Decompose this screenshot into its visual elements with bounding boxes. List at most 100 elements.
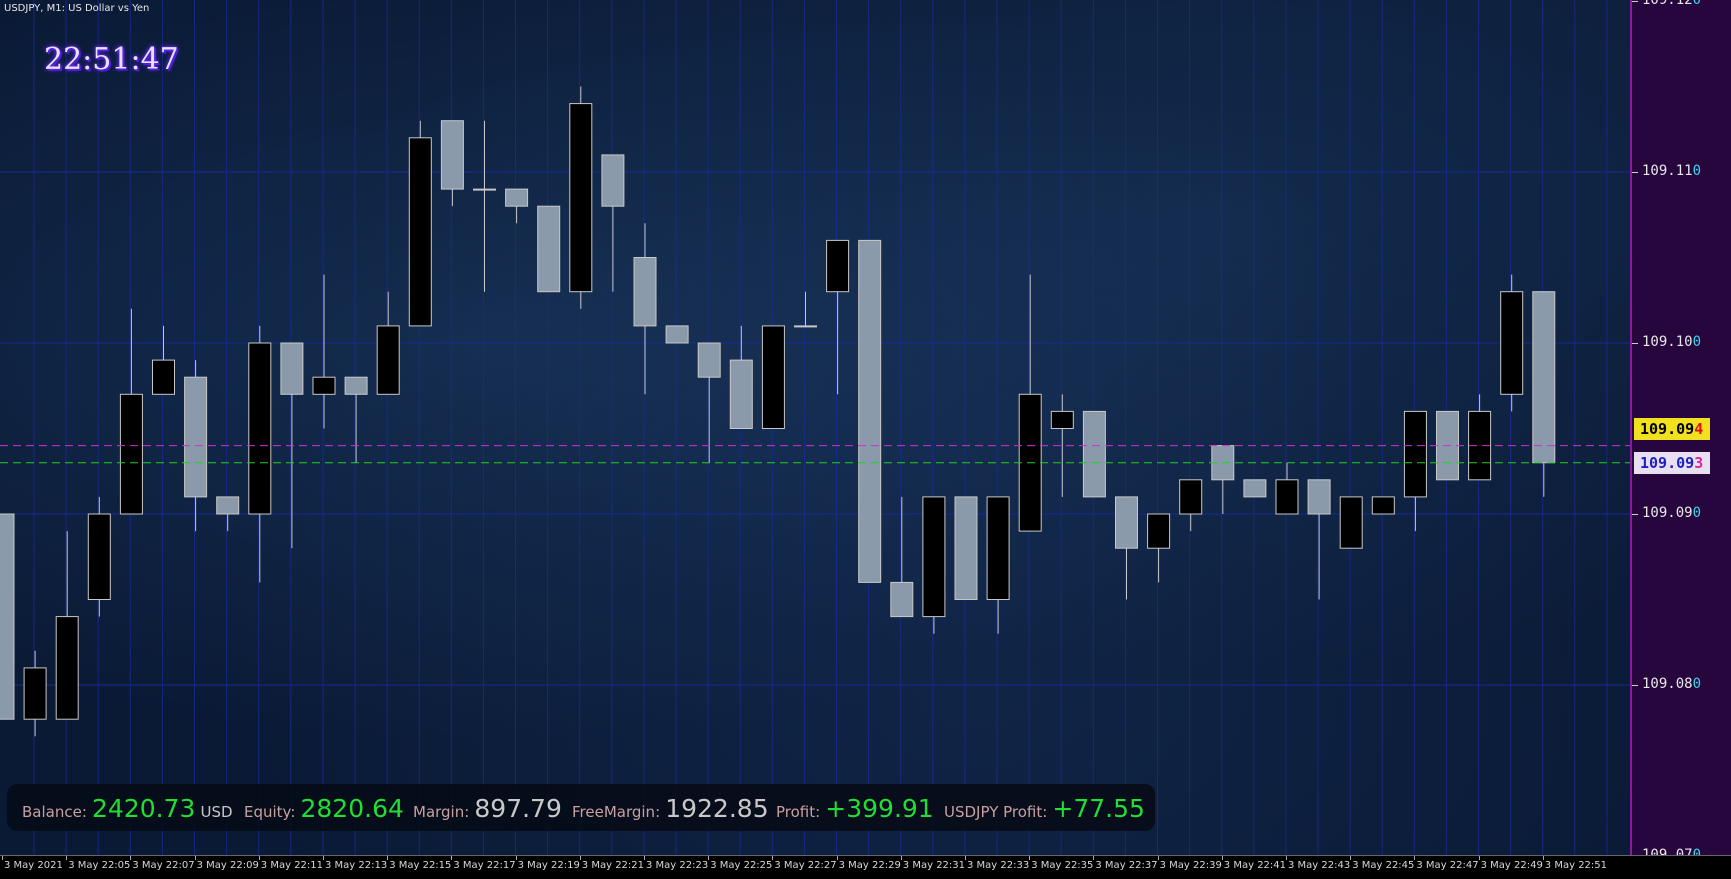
candle[interactable] bbox=[826, 239, 850, 395]
candle-body-bull bbox=[376, 325, 400, 395]
time-axis[interactable]: 3 May 2021 3 May 22:05 3 May 22:07 3 May 22… bbox=[0, 855, 1731, 879]
candle[interactable] bbox=[216, 496, 240, 532]
candle-body-bull bbox=[1275, 479, 1299, 515]
time-tick-label: 3 May 22:19 bbox=[517, 860, 580, 871]
candle[interactable] bbox=[1339, 496, 1363, 549]
candle[interactable] bbox=[1147, 513, 1171, 583]
candle[interactable] bbox=[152, 325, 175, 395]
candle[interactable] bbox=[601, 154, 625, 292]
candle[interactable] bbox=[376, 291, 400, 395]
profit-value: +399.91 bbox=[825, 794, 934, 823]
time-tick-mark bbox=[66, 856, 68, 860]
symbol-profit-field: USDJPY Profit: +77.55 bbox=[944, 794, 1145, 823]
candle[interactable] bbox=[23, 650, 47, 737]
candle[interactable] bbox=[1468, 394, 1492, 481]
candle[interactable] bbox=[1307, 479, 1331, 600]
candle[interactable] bbox=[440, 120, 464, 207]
time-tick-label: 3 May 22:17 bbox=[453, 860, 516, 871]
candle-body-bear bbox=[0, 513, 15, 720]
candle-body-bear bbox=[344, 376, 368, 395]
candle-body-bull bbox=[922, 496, 946, 618]
time-tick-label: 3 May 22:49 bbox=[1480, 860, 1543, 871]
candle[interactable] bbox=[986, 496, 1010, 634]
candle[interactable] bbox=[794, 291, 817, 328]
candle[interactable] bbox=[408, 120, 432, 327]
candle[interactable] bbox=[665, 325, 689, 344]
equity-label: Equity: bbox=[244, 803, 296, 821]
candlestick-chart[interactable] bbox=[0, 0, 1630, 855]
candle[interactable] bbox=[473, 120, 496, 292]
time-tick-mark bbox=[836, 856, 838, 860]
candle[interactable] bbox=[569, 86, 593, 309]
price-tick-mark bbox=[1632, 514, 1638, 515]
candle-body-bull bbox=[473, 188, 496, 191]
candle[interactable] bbox=[697, 342, 721, 463]
price-tick-mark bbox=[1632, 343, 1638, 344]
candle-body-bear bbox=[1082, 410, 1106, 498]
candle-body-bull bbox=[1500, 291, 1524, 395]
candle-body-bear bbox=[505, 188, 529, 207]
balance-label: Balance: bbox=[22, 803, 87, 821]
candle-body-bear bbox=[697, 342, 721, 378]
candle-body-bear bbox=[1532, 291, 1556, 464]
time-tick-label: 3 May 22:13 bbox=[325, 860, 388, 871]
time-tick-label: 3 May 22:31 bbox=[902, 860, 966, 871]
candle[interactable] bbox=[1243, 479, 1267, 498]
candle[interactable] bbox=[890, 496, 914, 618]
candle[interactable] bbox=[87, 496, 111, 617]
time-tick-label: 3 May 22:33 bbox=[967, 860, 1030, 871]
chart-window: USDJPY, M1: US Dollar vs Yen 22:51:47 Ba… bbox=[0, 0, 1731, 879]
candle-body-bear bbox=[729, 359, 753, 430]
candle[interactable] bbox=[858, 239, 882, 583]
candle[interactable] bbox=[537, 205, 561, 293]
price-tick-mark bbox=[1632, 1, 1638, 2]
candle[interactable] bbox=[1115, 496, 1138, 600]
candle[interactable] bbox=[505, 188, 529, 224]
candle[interactable] bbox=[633, 223, 657, 395]
candle[interactable] bbox=[55, 531, 79, 720]
candle[interactable] bbox=[922, 496, 946, 634]
price-tick-label: 109.110 bbox=[1642, 163, 1702, 179]
candle[interactable] bbox=[729, 325, 753, 430]
time-tick-mark bbox=[1093, 856, 1095, 860]
candle[interactable] bbox=[1179, 479, 1203, 532]
account-info-panel: Balance: 2420.73 USD Equity: 2820.64 Mar… bbox=[7, 784, 1155, 831]
price-tick-label: 109.100 bbox=[1642, 334, 1702, 350]
candle[interactable] bbox=[312, 274, 336, 429]
profit-field: Profit: +399.91 bbox=[776, 794, 934, 823]
time-tick-mark bbox=[1029, 856, 1031, 860]
symbol-profit-label: USDJPY Profit: bbox=[944, 803, 1048, 821]
candle-body-bear bbox=[890, 581, 914, 618]
candle[interactable] bbox=[1371, 496, 1395, 515]
candle[interactable] bbox=[1532, 291, 1556, 497]
candle[interactable] bbox=[344, 376, 368, 463]
candle[interactable] bbox=[1275, 462, 1299, 515]
equity-field: Equity: 2820.64 bbox=[244, 794, 404, 823]
candle[interactable] bbox=[761, 325, 785, 429]
time-tick-label: 3 May 22:09 bbox=[196, 860, 259, 871]
time-tick-label: 3 May 22:07 bbox=[132, 860, 195, 871]
time-tick-mark bbox=[1350, 856, 1352, 860]
candle[interactable] bbox=[1018, 274, 1042, 532]
time-tick-label: 3 May 22:25 bbox=[710, 860, 773, 871]
symbol-profit-value: +77.55 bbox=[1052, 794, 1145, 823]
candle-body-bear bbox=[601, 154, 625, 207]
time-tick-mark bbox=[644, 856, 645, 860]
candle[interactable] bbox=[1082, 410, 1106, 498]
time-tick-mark bbox=[130, 856, 132, 860]
candle[interactable] bbox=[119, 308, 143, 515]
candle-body-bear bbox=[954, 496, 978, 600]
balance-unit: USD bbox=[200, 803, 233, 821]
candle-body-bull bbox=[826, 239, 850, 293]
candle-body-bull bbox=[1179, 479, 1203, 515]
candle[interactable] bbox=[1211, 445, 1235, 514]
time-tick-mark bbox=[515, 856, 517, 860]
candle[interactable] bbox=[954, 496, 978, 600]
candle[interactable] bbox=[1500, 274, 1524, 412]
price-chart[interactable]: USDJPY, M1: US Dollar vs Yen 22:51:47 Ba… bbox=[0, 0, 1632, 855]
candle[interactable] bbox=[1403, 410, 1427, 532]
candle[interactable] bbox=[248, 325, 272, 583]
time-tick-mark bbox=[323, 856, 324, 860]
margin-value: 897.79 bbox=[474, 794, 562, 823]
candle[interactable] bbox=[0, 513, 15, 720]
